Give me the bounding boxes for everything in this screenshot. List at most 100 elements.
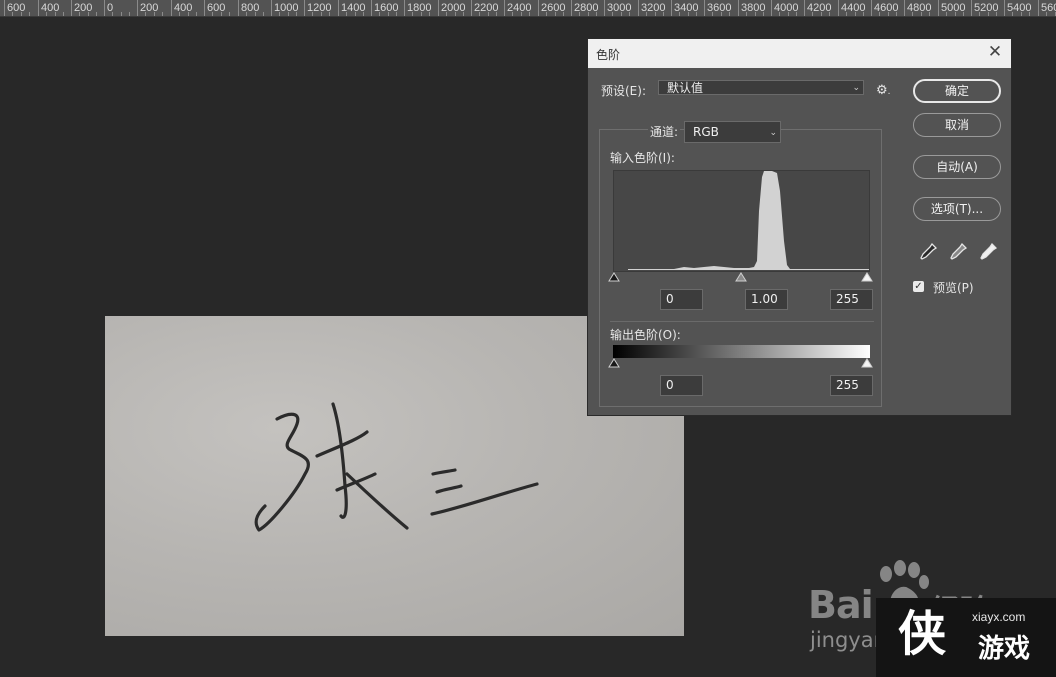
- close-icon[interactable]: ✕: [987, 43, 1003, 61]
- auto-button[interactable]: 自动(A): [913, 155, 1001, 179]
- ok-button[interactable]: 确定: [913, 79, 1001, 103]
- ruler-tick-label: 600: [4, 0, 25, 16]
- ruler-minor-tick: [920, 12, 922, 16]
- ruler-minor-tick: [220, 12, 222, 16]
- ruler-tick-label: 4400: [838, 0, 865, 16]
- ruler-minor-tick: [254, 12, 256, 16]
- ruler-tick-label: 4800: [904, 0, 931, 16]
- ruler-tick-label: 2600: [538, 0, 565, 16]
- ruler-minor-tick: [520, 12, 522, 16]
- ruler-minor-tick: [928, 12, 930, 16]
- white-point-eyedropper-icon[interactable]: [978, 242, 998, 262]
- input-gamma-slider[interactable]: [735, 272, 747, 282]
- ruler-tick-label: 5000: [938, 0, 965, 16]
- ruler-minor-tick: [179, 12, 181, 16]
- ruler-minor-tick: [654, 12, 656, 16]
- ruler-minor-tick: [954, 12, 956, 16]
- ruler-minor-tick: [787, 12, 789, 16]
- ruler-tick-label: 5200: [971, 0, 998, 16]
- ruler-tick-label: 4000: [771, 0, 798, 16]
- cancel-button[interactable]: 取消: [913, 113, 1001, 137]
- ruler-minor-tick: [546, 12, 548, 16]
- ruler-minor-tick: [687, 12, 689, 16]
- ruler-minor-tick: [862, 12, 864, 16]
- ruler-minor-tick: [346, 12, 348, 16]
- ruler-minor-tick: [912, 12, 914, 16]
- xiayx-logo: 侠: [898, 606, 947, 662]
- ruler-minor-tick: [995, 12, 997, 16]
- ruler-minor-tick: [312, 12, 314, 16]
- ruler-minor-tick: [246, 12, 248, 16]
- ruler-minor-tick: [354, 12, 356, 16]
- ruler-minor-tick: [195, 12, 197, 16]
- ruler-tick-label: 3800: [738, 0, 765, 16]
- ruler-tick-label: 600: [204, 0, 225, 16]
- ruler-minor-tick: [887, 12, 889, 16]
- ruler-tick-label: 5400: [1004, 0, 1031, 16]
- output-white-slider[interactable]: [861, 358, 873, 368]
- input-black-slider[interactable]: [608, 272, 620, 282]
- ruler-minor-tick: [628, 12, 630, 16]
- ruler-minor-tick: [20, 12, 22, 16]
- ruler-minor-tick: [779, 12, 781, 16]
- ruler-minor-tick: [728, 12, 730, 16]
- ruler-minor-tick: [854, 12, 856, 16]
- preview-checkbox[interactable]: ✓: [913, 281, 924, 292]
- ruler-minor-tick: [662, 12, 664, 16]
- dialog-title: 色阶: [596, 48, 621, 62]
- channel-dropdown[interactable]: RGB ⌄: [684, 121, 781, 143]
- dialog-title-bar[interactable]: 色阶 ✕: [588, 39, 1011, 68]
- ruler-minor-tick: [820, 12, 822, 16]
- xiayx-watermark: 侠 xiayx.com 游戏: [876, 598, 1056, 677]
- ruler-minor-tick: [12, 12, 14, 16]
- options-button[interactable]: 选项(T)...: [913, 197, 1001, 221]
- ruler-tick-label: 800: [238, 0, 259, 16]
- input-white-field[interactable]: 255: [830, 289, 873, 310]
- ruler-minor-tick: [487, 12, 489, 16]
- output-black-slider[interactable]: [608, 358, 620, 368]
- ruler-minor-tick: [720, 12, 722, 16]
- ruler-minor-tick: [454, 12, 456, 16]
- ruler-tick-label: 1000: [271, 0, 298, 16]
- ruler-tick-label: 4200: [804, 0, 831, 16]
- preset-dropdown[interactable]: 默认值 ⌄: [658, 80, 864, 95]
- ruler-minor-tick: [153, 12, 155, 16]
- ruler-minor-tick: [579, 12, 581, 16]
- ruler-minor-tick: [595, 12, 597, 16]
- ruler-minor-tick: [712, 12, 714, 16]
- ruler-minor-tick: [62, 12, 64, 16]
- input-gamma-field[interactable]: 1.00: [745, 289, 788, 310]
- ruler-minor-tick: [1028, 12, 1030, 16]
- ruler-minor-tick: [228, 12, 230, 16]
- xiayx-site-name: 游戏: [978, 634, 1031, 664]
- input-black-field[interactable]: 0: [660, 289, 703, 310]
- ruler-minor-tick: [95, 12, 97, 16]
- xiayx-url: xiayx.com: [972, 610, 1026, 624]
- ruler-minor-tick: [428, 12, 430, 16]
- ruler-minor-tick: [762, 12, 764, 16]
- ruler-tick-label: 3000: [604, 0, 631, 16]
- ruler-tick-label: 2400: [504, 0, 531, 16]
- ruler-tick-label: 1400: [338, 0, 365, 16]
- ruler-minor-tick: [1054, 12, 1056, 16]
- gray-point-eyedropper-icon[interactable]: [948, 242, 968, 262]
- horizontal-ruler: 600 400 200 0 200 400 600 800 1000 1200 1400 1600 18…: [0, 0, 1056, 17]
- ruler-tick-label: 400: [171, 0, 192, 16]
- output-white-field[interactable]: 255: [830, 375, 873, 396]
- ruler-minor-tick: [679, 12, 681, 16]
- ruler-minor-tick: [87, 12, 89, 16]
- input-white-slider[interactable]: [861, 272, 873, 282]
- ruler-minor-tick: [828, 12, 830, 16]
- gear-icon[interactable]: ⚙.: [876, 83, 891, 98]
- output-black-field[interactable]: 0: [660, 375, 703, 396]
- ruler-minor-tick: [754, 12, 756, 16]
- ruler-minor-tick: [145, 12, 147, 16]
- ruler-minor-tick: [695, 12, 697, 16]
- ruler-tick-label: 4600: [871, 0, 898, 16]
- ruler-minor-tick: [395, 12, 397, 16]
- ruler-tick-label: 2000: [438, 0, 465, 16]
- preview-label: 预览(P): [933, 281, 974, 295]
- ruler-tick-label: 1200: [304, 0, 331, 16]
- ruler-minor-tick: [295, 12, 297, 16]
- black-point-eyedropper-icon[interactable]: [918, 242, 938, 262]
